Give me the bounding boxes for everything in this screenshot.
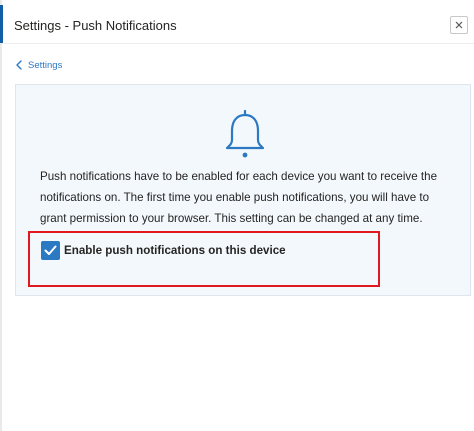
enable-push-checkbox[interactable]	[41, 241, 60, 260]
enable-push-checkbox-row[interactable]: Enable push notifications on this device	[41, 241, 286, 260]
panel-title: Settings - Push Notifications	[14, 18, 177, 33]
push-notifications-card: Push notifications have to be enabled fo…	[15, 84, 471, 296]
enable-push-label: Enable push notifications on this device	[64, 244, 286, 257]
back-to-settings-link[interactable]: Settings	[16, 58, 62, 72]
bell-icon	[225, 109, 265, 158]
description-text: Push notifications have to be enabled fo…	[40, 166, 452, 229]
panel-header: Settings - Push Notifications	[2, 5, 474, 44]
checkmark-icon	[44, 245, 57, 255]
close-button[interactable]	[450, 16, 468, 34]
description-line: Push notifications have to be enabled fo…	[40, 170, 438, 183]
settings-panel: Settings - Push Notifications Settings P…	[0, 0, 474, 431]
header-accent-bar	[0, 5, 3, 43]
description-line: grant permission to your browser. This s…	[40, 212, 423, 225]
close-icon	[455, 21, 463, 29]
back-link-label: Settings	[28, 59, 63, 71]
description-line: notifications on. The first time you ena…	[40, 191, 430, 204]
chevron-left-icon	[16, 60, 22, 70]
